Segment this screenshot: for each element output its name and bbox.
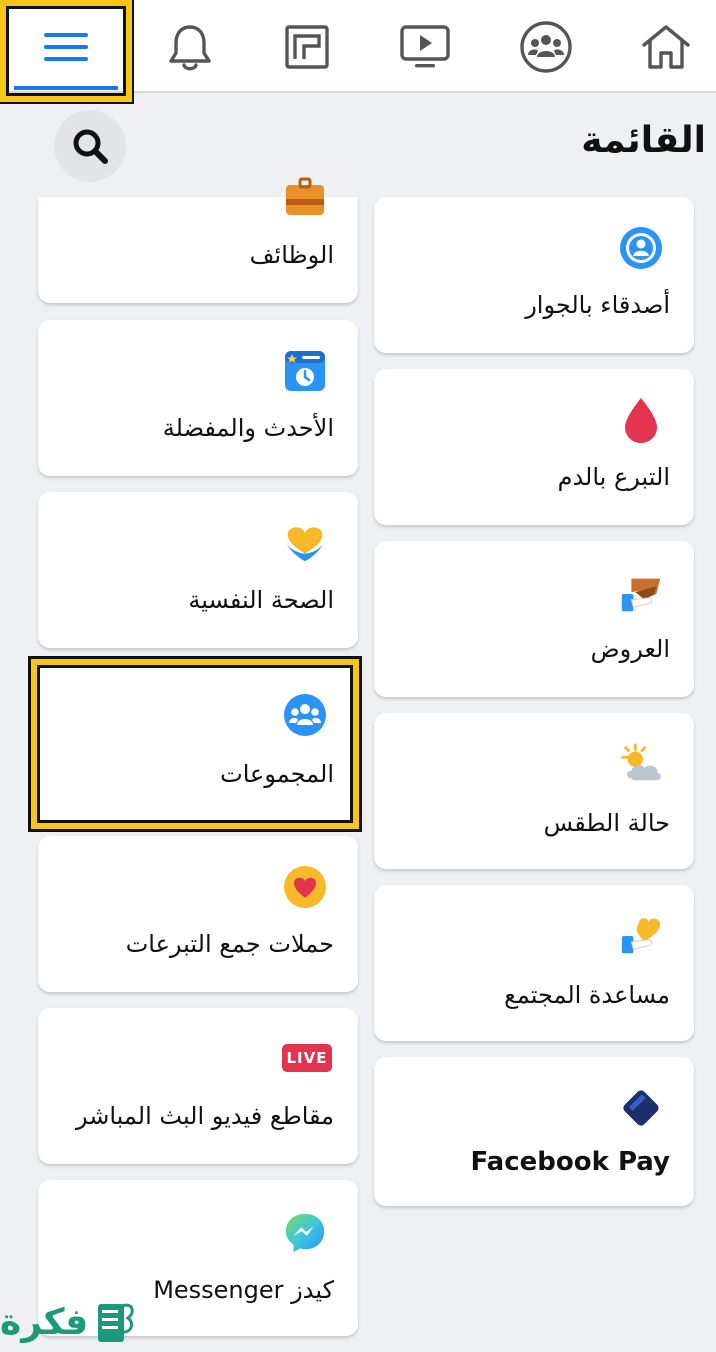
weather-icon — [618, 741, 664, 787]
nav-notifications-button[interactable] — [145, 0, 235, 93]
search-icon — [73, 129, 108, 164]
nav-menu-button[interactable] — [0, 0, 132, 102]
shortcut-label: حالة الطقس — [543, 809, 670, 837]
top-navigation-bar — [0, 0, 716, 102]
shortcut-label: الصحة النفسية — [188, 586, 334, 614]
book-logo-icon — [98, 1303, 134, 1342]
shortcut-label: Facebook Pay — [470, 1147, 670, 1177]
emotional-health-icon — [282, 520, 328, 566]
nav-groups-button[interactable] — [500, 0, 592, 93]
most-recent-icon — [282, 348, 328, 394]
search-button[interactable] — [54, 110, 126, 182]
shortcut-label: المجموعات — [220, 760, 334, 788]
bell-icon — [169, 24, 211, 70]
shortcut-label: الأحدث والمفضلة — [162, 414, 334, 442]
nav-marketplace-button[interactable] — [262, 0, 352, 93]
shortcut-label: التبرع بالدم — [557, 463, 670, 491]
shortcut-blood-donation[interactable]: التبرع بالدم — [374, 369, 694, 525]
shortcut-label: أصدقاء بالجوار — [525, 291, 670, 319]
nearby-friends-icon — [618, 225, 664, 271]
shortcut-offers[interactable]: العروض — [374, 541, 694, 697]
live-icon: LIVE — [282, 1044, 332, 1072]
shortcut-fundraisers[interactable]: حملات جمع التبرعات — [38, 836, 358, 992]
shortcut-most-recent[interactable]: الأحدث والمفضلة — [38, 320, 358, 476]
shortcut-live-videos[interactable]: LIVE مقاطع فيديو البث المباشر — [38, 1008, 358, 1164]
shortcut-label: مقاطع فيديو البث المباشر — [75, 1102, 334, 1130]
shortcut-nearby-friends[interactable]: أصدقاء بالجوار — [374, 197, 694, 353]
offers-icon — [618, 571, 664, 617]
groups-icon — [282, 692, 328, 738]
shortcut-label: العروض — [590, 635, 670, 663]
messenger-kids-icon — [282, 1210, 328, 1256]
groups-icon — [520, 20, 572, 73]
facebook-pay-icon — [618, 1085, 664, 1131]
shortcut-emotional-health[interactable]: الصحة النفسية — [38, 492, 358, 648]
shortcut-label: الوظائف — [249, 241, 334, 269]
shortcut-facebook-pay[interactable]: Facebook Pay — [374, 1057, 694, 1206]
video-play-icon — [400, 24, 450, 67]
jobs-briefcase-icon — [282, 175, 328, 219]
home-icon — [642, 24, 690, 69]
fundraisers-heart-icon — [282, 864, 328, 910]
shortcut-label: حملات جمع التبرعات — [125, 930, 334, 958]
page-title: القائمة — [581, 120, 706, 161]
watermark-text: فكرة — [0, 1301, 89, 1343]
watermark-logo: فكرة — [0, 1292, 160, 1352]
facebook-menu-screen: القائمة أصدقاء بالجوار التبرع بالدم العر… — [0, 0, 716, 1352]
blood-drop-icon — [618, 397, 664, 443]
shortcut-weather[interactable]: حالة الطقس — [374, 713, 694, 869]
active-tab-indicator — [14, 86, 118, 90]
community-help-icon — [618, 913, 664, 959]
marketplace-icon — [285, 24, 329, 69]
shortcut-groups[interactable]: المجموعات — [40, 668, 350, 820]
shortcut-jobs[interactable]: الوظائف — [38, 177, 358, 303]
nav-home-button[interactable] — [620, 0, 712, 93]
live-badge: LIVE — [286, 1049, 328, 1067]
shortcut-community-help[interactable]: مساعدة المجتمع — [374, 885, 694, 1041]
shortcut-label: مساعدة المجتمع — [504, 981, 670, 1009]
nav-watch-button[interactable] — [380, 0, 470, 93]
